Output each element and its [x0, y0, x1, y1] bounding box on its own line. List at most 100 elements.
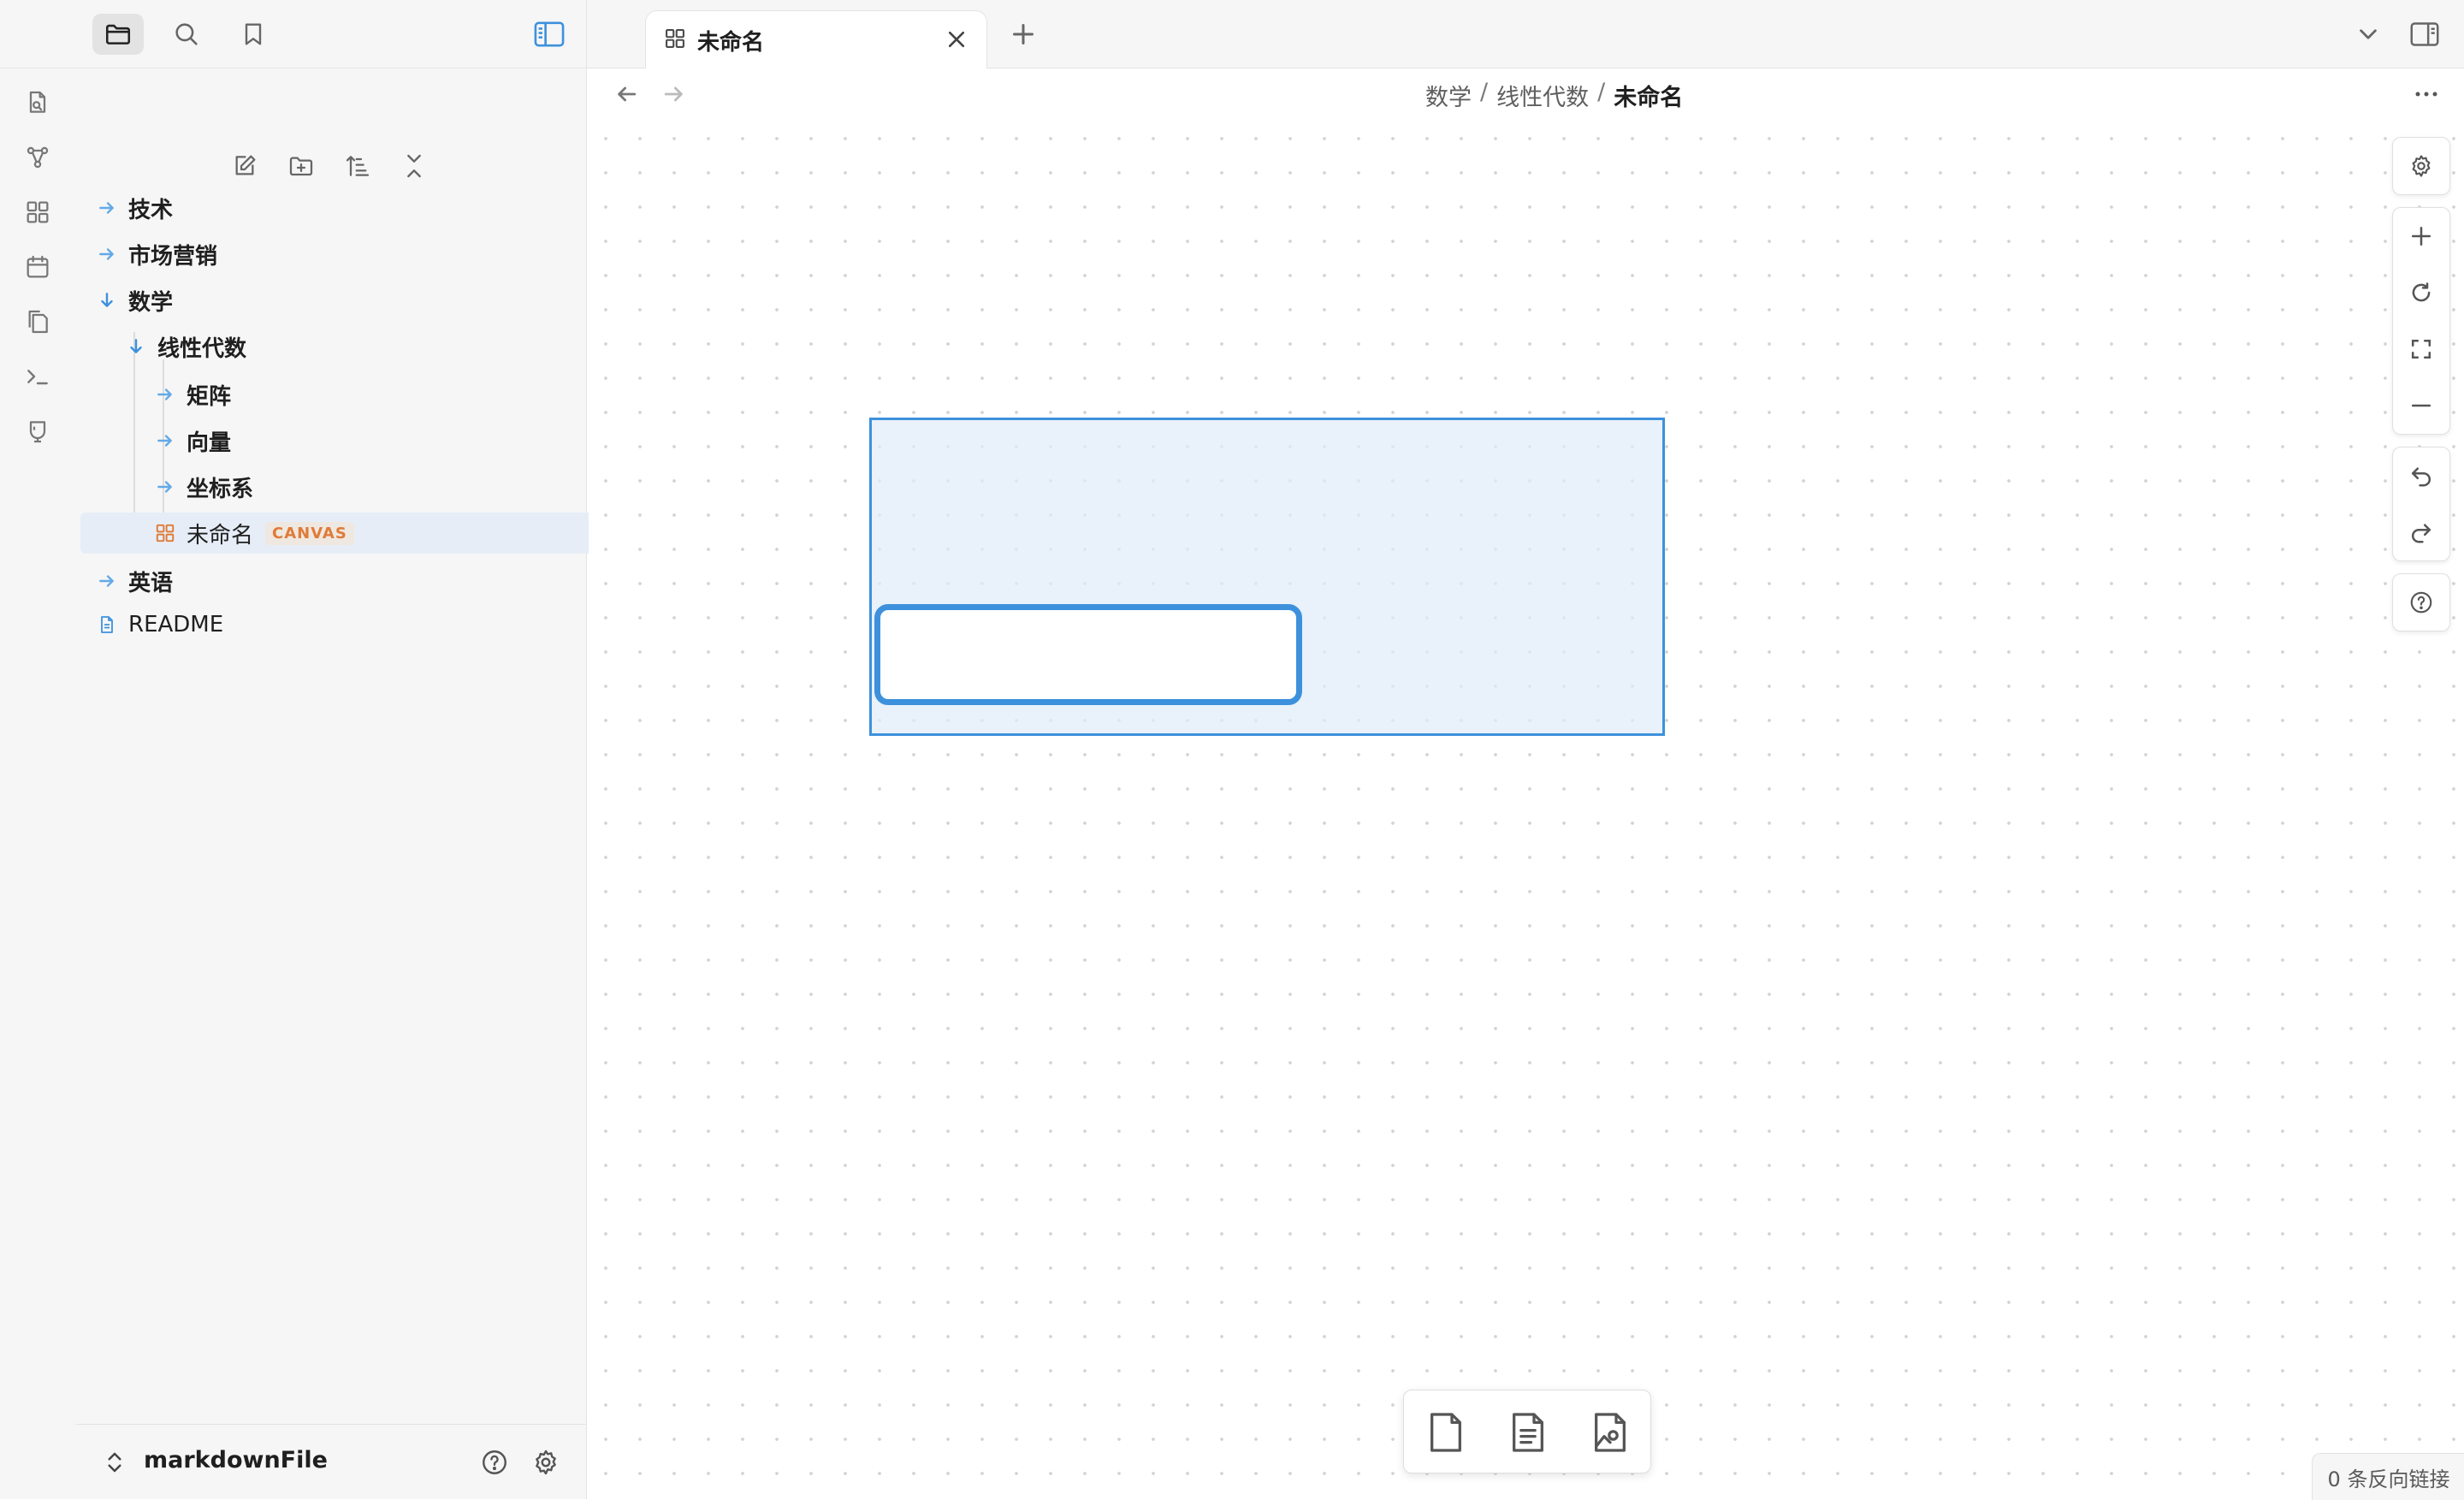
forward-button[interactable]: [657, 77, 691, 111]
new-note-button[interactable]: [226, 147, 264, 185]
arrow-right-icon: [94, 568, 120, 594]
canvas-text-card[interactable]: [874, 604, 1302, 705]
tab-untitled[interactable]: 未命名: [645, 10, 987, 69]
arrow-down-icon: [94, 288, 120, 313]
tree-folder-math[interactable]: 数学: [80, 279, 595, 322]
ribbon-canvas[interactable]: [17, 192, 58, 233]
plus-icon: [2411, 226, 2431, 246]
collapse-sidebar-button[interactable]: [524, 14, 575, 55]
file-explorer-tab[interactable]: [92, 14, 144, 55]
zoom-to-fit-button[interactable]: [2401, 329, 2442, 370]
breadcrumb-math[interactable]: 数学: [1425, 79, 1472, 112]
tree-label: 英语: [128, 570, 174, 596]
ribbon-templates[interactable]: [17, 301, 58, 342]
breadcrumb-current-title[interactable]: 未命名: [1614, 79, 1683, 112]
tree-label: 坐标系: [187, 476, 254, 502]
arrow-right-icon: [152, 428, 178, 454]
ribbon-open-switcher[interactable]: [17, 82, 58, 123]
reset-zoom-button[interactable]: [2401, 272, 2442, 313]
canvas-tab-icon: [663, 27, 687, 50]
close-tab-button[interactable]: [940, 23, 973, 56]
backlinks-status[interactable]: 0 条反向链接: [2312, 1453, 2464, 1500]
plus-icon: [1013, 24, 1034, 44]
tree-folder-english[interactable]: 英语: [80, 560, 595, 602]
bookmark-icon: [245, 23, 262, 45]
sidebar-footer: markdownFile: [75, 1424, 587, 1500]
breadcrumb-separator: /: [1480, 79, 1489, 105]
add-media-button[interactable]: [1584, 1406, 1637, 1459]
vault-name[interactable]: markdownFile: [144, 1447, 328, 1473]
help-button[interactable]: [477, 1445, 512, 1479]
more-horizontal-icon: [2415, 92, 2437, 97]
tree-folder-coordinate-system[interactable]: 坐标系: [80, 465, 654, 508]
undo-button[interactable]: [2401, 455, 2442, 496]
settings-button[interactable]: [529, 1445, 563, 1479]
history-controls-group: [2392, 447, 2450, 561]
canvas-area[interactable]: [589, 122, 2464, 1499]
collapse-all-icon: [407, 154, 421, 178]
arrow-right-icon: [94, 241, 120, 267]
breadcrumb-separator: /: [1597, 79, 1606, 105]
ribbon-command-palette[interactable]: [17, 356, 58, 397]
arrow-down-icon: [123, 334, 149, 359]
zoom-in-button[interactable]: [2401, 216, 2442, 257]
undo-icon: [2411, 467, 2431, 487]
tree-folder-matrix[interactable]: 矩阵: [80, 373, 654, 416]
back-button[interactable]: [609, 77, 643, 111]
ribbon: [0, 68, 76, 1499]
help-icon: [483, 1450, 506, 1474]
open-switcher-icon: [29, 91, 46, 113]
new-note-icon: [235, 155, 256, 175]
tree-folder-marketing[interactable]: 市场营销: [80, 233, 595, 276]
graph-view-icon: [27, 146, 49, 169]
bookmarks-tab[interactable]: [228, 14, 279, 55]
new-folder-icon: [289, 157, 313, 176]
templates-icon: [28, 310, 48, 334]
arrow-right-icon: [664, 86, 683, 102]
tree-label: 市场营销: [128, 243, 218, 270]
gear-icon: [2412, 155, 2431, 177]
canvas-settings-button[interactable]: [2401, 145, 2442, 187]
vault-switcher-button[interactable]: [99, 1447, 130, 1478]
add-note-button[interactable]: [1502, 1406, 1555, 1459]
ribbon-publish[interactable]: [17, 411, 58, 452]
sort-button[interactable]: [339, 147, 376, 185]
tree-folder-tech[interactable]: 技术: [80, 187, 595, 229]
new-folder-button[interactable]: [282, 147, 320, 185]
breadcrumb-linear-algebra[interactable]: 线性代数: [1496, 79, 1589, 112]
collapse-all-button[interactable]: [395, 147, 433, 185]
chevron-up-down-icon: [108, 1452, 121, 1473]
more-options-button[interactable]: [2409, 77, 2443, 111]
command-palette-icon: [27, 370, 48, 385]
card-creator-toolbar: [1403, 1390, 1651, 1473]
maximize-icon: [2411, 339, 2431, 359]
canvas-help-button[interactable]: [2401, 582, 2442, 623]
tree-label: README: [128, 612, 224, 637]
chevron-down-icon: [2360, 29, 2377, 39]
publish-icon: [29, 421, 46, 443]
minus-icon: [2411, 404, 2431, 407]
tree-file-untitled-canvas[interactable]: 未命名 CANVAS: [80, 513, 654, 554]
sort-icon: [346, 156, 370, 176]
breadcrumb: 数学 / 线性代数 / 未命名: [1425, 79, 1683, 112]
tree-folder-vector[interactable]: 向量: [80, 419, 654, 462]
new-tab-button[interactable]: [1006, 17, 1040, 51]
toggle-right-sidebar-button[interactable]: [2408, 17, 2442, 51]
search-tab[interactable]: [161, 14, 212, 55]
gear-icon: [536, 1450, 556, 1475]
ribbon-daily-note[interactable]: [17, 246, 58, 288]
canvas-icon: [27, 201, 49, 223]
tree-file-readme[interactable]: README: [80, 603, 595, 646]
tab-bar: 未命名: [587, 0, 2464, 69]
close-icon: [948, 31, 965, 48]
zoom-out-button[interactable]: [2401, 385, 2442, 426]
add-card-button[interactable]: [1419, 1406, 1472, 1459]
tab-list-button[interactable]: [2351, 17, 2385, 51]
arrow-left-icon: [618, 86, 637, 102]
ribbon-graph-view[interactable]: [17, 137, 58, 178]
tree-folder-linear-algebra[interactable]: 线性代数: [80, 325, 625, 368]
tab-title: 未命名: [697, 30, 765, 56]
tree-label: 技术: [128, 197, 174, 223]
tree-label: 向量: [187, 430, 232, 456]
redo-button[interactable]: [2401, 512, 2442, 553]
